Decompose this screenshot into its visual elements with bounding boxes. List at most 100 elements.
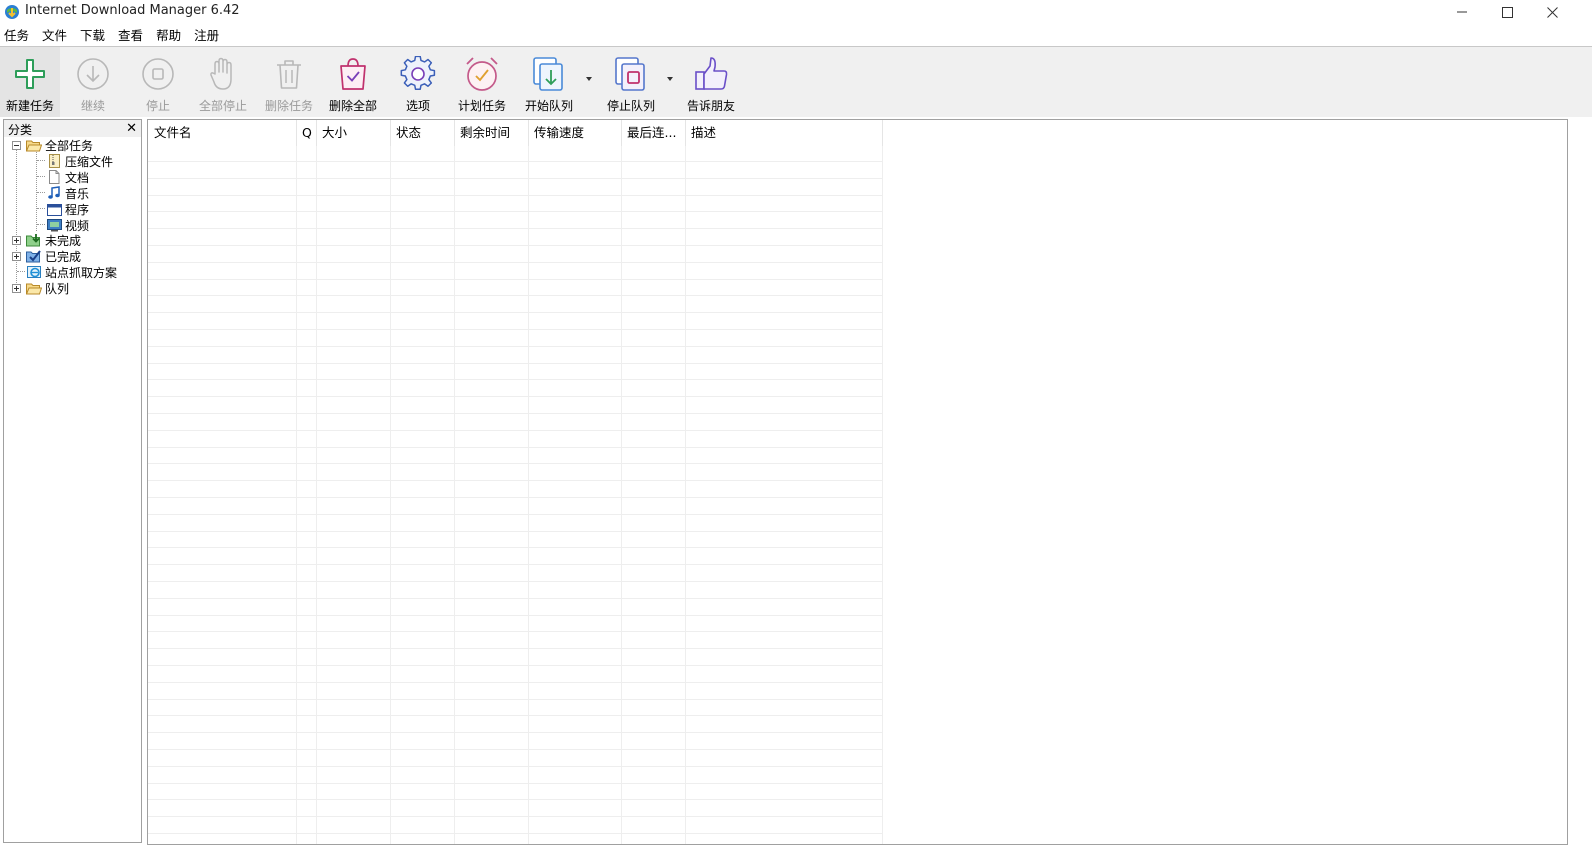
tree-item-all[interactable]: 全部任务 [26, 137, 93, 153]
grid-row-line [148, 329, 883, 330]
start-queue-button[interactable]: 开始队列 [520, 47, 578, 117]
grid-column-line [685, 146, 686, 844]
grid-row-line [148, 413, 883, 414]
column-status[interactable]: 状态 [390, 120, 454, 146]
site-grabber-icon [26, 265, 42, 279]
grid-row-line [148, 497, 883, 498]
tree-item-compressed[interactable]: 压缩文件 [46, 153, 113, 169]
menu-tasks[interactable]: 任务 [0, 25, 32, 46]
grid-row-line [148, 816, 883, 817]
menu-downloads[interactable]: 下载 [77, 25, 108, 46]
tree-line [37, 160, 45, 161]
grid-row-line [148, 430, 883, 431]
grid-column-line [454, 146, 455, 844]
tree-item-unfinished-label: 未完成 [45, 233, 82, 248]
expand-queues-toggle[interactable] [12, 284, 21, 293]
queue-folder-icon [26, 281, 42, 295]
trash-icon [269, 54, 309, 94]
start-queue-dropdown-icon[interactable] [586, 77, 592, 81]
grid-row-line [148, 766, 883, 767]
expand-finished-toggle[interactable] [12, 252, 21, 261]
resume-button[interactable]: 继续 [68, 47, 118, 117]
stop-queue-icon [611, 54, 651, 94]
unfinished-folder-icon [26, 233, 42, 247]
menu-registration[interactable]: 注册 [191, 25, 222, 46]
video-icon [46, 218, 62, 232]
menu-help[interactable]: 帮助 [153, 25, 184, 46]
delete-all-button[interactable]: 删除全部 [325, 47, 381, 117]
delete-button[interactable]: 删除任务 [260, 47, 318, 117]
grid-column-line [316, 146, 317, 844]
tree-item-grabber[interactable]: 站点抓取方案 [26, 264, 117, 280]
grid-row-line [148, 715, 883, 716]
close-window-button[interactable] [1529, 0, 1575, 24]
column-filename[interactable]: 文件名 [148, 120, 296, 146]
add-url-label: 新建任务 [5, 99, 54, 113]
tree-item-documents[interactable]: 文档 [46, 169, 89, 185]
tell-friend-label: 告诉朋友 [686, 99, 735, 113]
column-last-try[interactable]: 最后连... [621, 120, 685, 146]
stop-queue-button[interactable]: 停止队列 [602, 47, 660, 117]
grid-row-line [148, 195, 883, 196]
download-list[interactable]: 文件名 Q 大小 状态 剩余时间 传输速度 最后连... 描述 [147, 119, 1568, 845]
options-button[interactable]: 选项 [393, 47, 443, 117]
column-transfer-rate[interactable]: 传输速度 [528, 120, 621, 146]
column-description[interactable]: 描述 [685, 120, 882, 146]
grid-row-line [148, 581, 883, 582]
stop-icon [138, 54, 178, 94]
tree-line [16, 150, 17, 287]
idm-window: Internet Download Manager 6.42 任务 文件 下载 … [0, 0, 1592, 858]
maximize-button[interactable] [1484, 0, 1530, 24]
minimize-button[interactable] [1439, 0, 1485, 24]
document-icon [46, 170, 62, 184]
stop-label: 停止 [145, 99, 170, 113]
expand-unfinished-toggle[interactable] [12, 236, 21, 245]
tree-item-programs[interactable]: 程序 [46, 201, 89, 217]
tree-item-queues[interactable]: 队列 [26, 280, 69, 296]
tree-item-music[interactable]: 音乐 [46, 185, 89, 201]
grid-row-line [148, 783, 883, 784]
stop-queue-label: 停止队列 [606, 99, 655, 113]
resume-label: 继续 [80, 99, 105, 113]
music-note-icon [46, 186, 62, 200]
stop-all-button[interactable]: 全部停止 [194, 47, 252, 117]
tree-line [37, 208, 45, 209]
start-queue-icon [529, 54, 569, 94]
grid-row-line [148, 211, 883, 212]
idm-logo-icon [4, 4, 20, 20]
grid-row-line [148, 480, 883, 481]
tree-line [37, 224, 45, 225]
close-panel-icon[interactable]: ✕ [126, 120, 137, 137]
tree-item-programs-label: 程序 [65, 202, 90, 217]
add-url-button[interactable]: 新建任务 [0, 47, 60, 117]
tree-item-compressed-label: 压缩文件 [65, 154, 114, 169]
column-divider[interactable] [882, 120, 883, 146]
grid-row-line [148, 598, 883, 599]
window-title: Internet Download Manager 6.42 [25, 3, 240, 18]
tree-item-finished-label: 已完成 [45, 249, 82, 264]
grid-row-line [148, 396, 883, 397]
menu-file[interactable]: 文件 [39, 25, 70, 46]
stop-queue-dropdown-icon[interactable] [667, 77, 673, 81]
grid-row-line [148, 699, 883, 700]
scheduler-button[interactable]: 计划任务 [454, 47, 510, 117]
column-q[interactable]: Q [297, 120, 316, 146]
grid-row-line [148, 295, 883, 296]
grid-row-line [148, 161, 883, 162]
program-window-icon [46, 202, 62, 216]
title-bar: Internet Download Manager 6.42 [0, 0, 1592, 24]
tree-item-unfinished[interactable]: 未完成 [26, 232, 81, 248]
open-folder-icon [26, 138, 42, 152]
menu-view[interactable]: 查看 [115, 25, 146, 46]
grid-column-line [528, 146, 529, 844]
alarm-clock-icon [462, 54, 502, 94]
stop-button[interactable]: 停止 [133, 47, 183, 117]
grid-row-line [148, 447, 883, 448]
tree-item-finished[interactable]: 已完成 [26, 248, 81, 264]
column-time-left[interactable]: 剩余时间 [454, 120, 528, 146]
column-size[interactable]: 大小 [316, 120, 390, 146]
tell-friend-button[interactable]: 告诉朋友 [683, 47, 739, 117]
categories-title: 分类 [8, 123, 33, 137]
tree-item-documents-label: 文档 [65, 170, 90, 185]
collapse-all-toggle[interactable] [12, 141, 21, 150]
